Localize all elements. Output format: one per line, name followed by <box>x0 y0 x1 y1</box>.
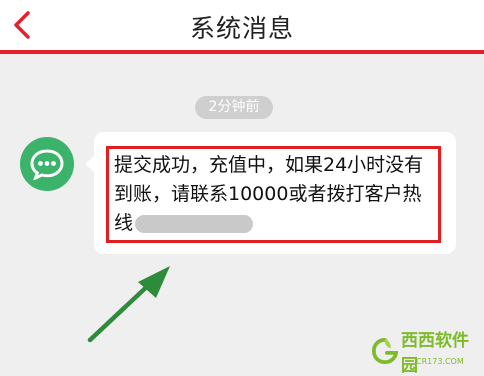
message-text-container: 提交成功，充值中，如果24小时没有到账，请联系10000或者拨打客户热线 <box>114 151 436 238</box>
watermark-logo: 西西软件园 CR173.COM <box>372 331 480 376</box>
chat-bubble-icon <box>30 149 64 180</box>
leaf-logo-icon <box>372 337 399 365</box>
header-divider <box>0 50 484 54</box>
arrow-icon <box>87 266 170 343</box>
message-timestamp: 2分钟前 <box>195 96 273 119</box>
sender-avatar <box>20 137 74 191</box>
watermark-domain: CR173.COM <box>416 357 464 366</box>
page-title: 系统消息 <box>189 14 294 43</box>
app-header: 系统消息 <box>0 0 484 50</box>
watermark-brand: 西西软件园 <box>401 331 470 376</box>
redacted-hotline <box>135 214 254 233</box>
